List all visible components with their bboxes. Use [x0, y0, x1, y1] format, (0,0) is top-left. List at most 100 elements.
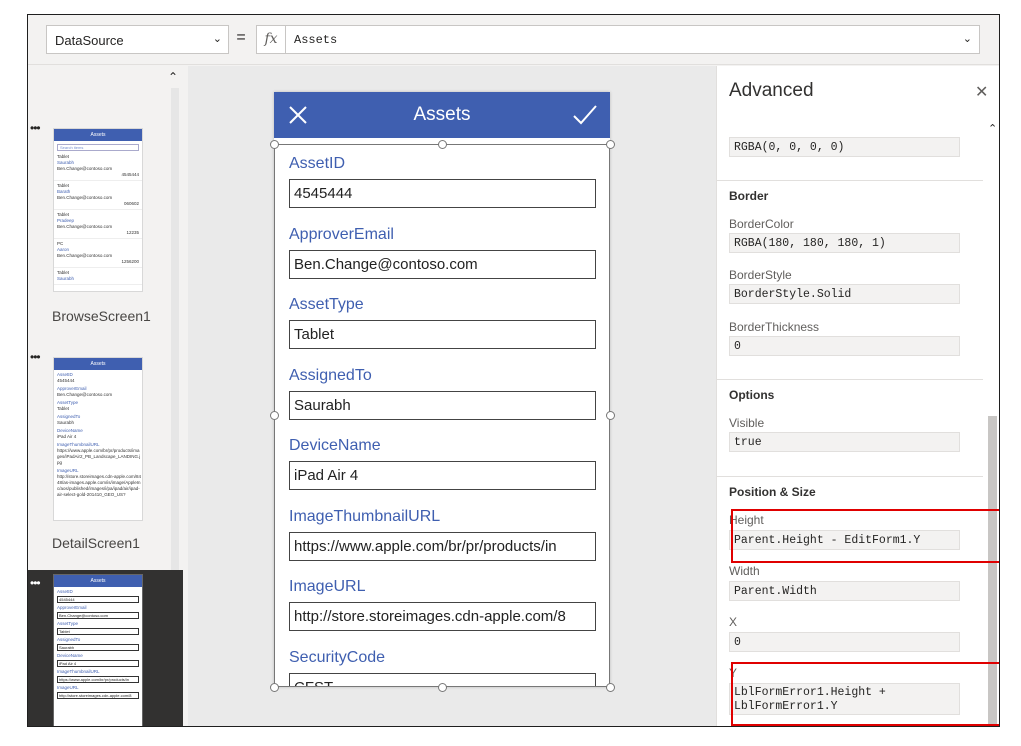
y-value[interactable]: LblFormError1.Height + LblFormError1.Y [729, 683, 960, 715]
panel-scroll-thumb[interactable] [988, 416, 997, 726]
field-input[interactable]: Tablet [289, 320, 596, 349]
thumb-detail-value: http://store.storeimages.cdn-apple.com/8… [57, 474, 142, 497]
resize-handle[interactable] [605, 682, 615, 692]
field-label: ApproverEmail [289, 225, 394, 243]
more-options-icon[interactable]: ••• [30, 350, 41, 364]
form-header: Assets [274, 92, 610, 138]
thumb-header: Assets [54, 129, 142, 141]
field-input[interactable]: 4545444 [289, 179, 596, 208]
thumb-detail-lines: AssetID 4545444 ApproverEmail Ben.Change@co… [54, 372, 142, 498]
thumb-separator [54, 238, 142, 239]
thumb-edit-label: AssetType [57, 621, 79, 626]
screen-label-browse[interactable]: BrowseScreen1 [52, 308, 151, 324]
x-label: X [729, 615, 738, 629]
fill-value[interactable]: RGBA(0, 0, 0, 0) [729, 137, 960, 157]
thumb-separator [54, 284, 142, 285]
field-input[interactable]: https://www.apple.com/br/pr/products/in [289, 531, 596, 561]
resize-handle[interactable] [605, 139, 615, 149]
thumb-list-item: Tablet Pradeep Ben.Change@contoso.com 12235 [54, 212, 142, 239]
thumb-edit-label: ImageURL [57, 685, 79, 690]
height-value[interactable]: Parent.Height - EditForm1.Y [729, 530, 960, 550]
edit-screen-selected[interactable]: ••• Assets AssetID 4545444 ApproverEmail Be… [28, 570, 183, 726]
field-input[interactable]: http://store.storeimages.cdn-apple.com/8 [289, 602, 596, 631]
field-label: ImageThumbnailURL [289, 507, 441, 525]
resize-handle[interactable] [437, 682, 447, 692]
border-color-value[interactable]: RGBA(180, 180, 180, 1) [729, 233, 960, 253]
thumb-detail-value: iPad Air 4 [57, 434, 77, 439]
equals-sign: = [236, 29, 246, 46]
screen-label-detail[interactable]: DetailScreen1 [52, 535, 140, 551]
field-label: AssetType [289, 296, 364, 313]
thumb-title: Assets [90, 578, 106, 584]
browse-screen-thumbnail[interactable]: Assets Search items Tablet Saurabh Ben.Cha… [53, 128, 143, 292]
edit-screen-thumbnail[interactable]: Assets AssetID 4545444 ApproverEmail Ben.Ch… [53, 574, 143, 726]
thumb-detail-value: Tablet [57, 406, 70, 411]
resize-handle[interactable] [437, 139, 447, 149]
divider [717, 180, 983, 181]
visible-value[interactable]: true [729, 432, 960, 452]
thumb-item-code: 060602 [123, 201, 139, 206]
border-thickness-value[interactable]: 0 [729, 336, 960, 356]
chevron-up-icon[interactable]: ⌃ [168, 70, 178, 84]
thumb-title: Assets [90, 361, 106, 367]
field-label: DeviceName [289, 437, 381, 454]
thumb-list-item: Tablet Saurabh [54, 270, 142, 285]
detail-screen-thumbnail[interactable]: Assets AssetID 4545444 ApproverEmail Ben.Ch… [53, 357, 143, 521]
thumb-separator [54, 209, 142, 210]
field-input[interactable]: Ben.Change@contoso.com [289, 249, 596, 279]
height-label: Height [729, 513, 764, 527]
resize-handle[interactable] [269, 682, 279, 692]
x-value[interactable]: 0 [729, 632, 960, 652]
app-window: DataSource ⌄ = fx Assets ⌄ ⌃ ••• Assets … [27, 14, 1000, 727]
close-icon[interactable]: ✕ [975, 82, 988, 102]
border-style-label: BorderStyle [729, 268, 792, 282]
thumb-edit-label: DeviceName [57, 653, 83, 658]
thumb-list-item: Tablet Barath Ben.Change@contoso.com 060602 [54, 183, 142, 210]
panel-title: Advanced [729, 80, 814, 101]
options-section-title: Options [729, 388, 775, 402]
chevron-down-icon[interactable]: ⌄ [963, 32, 972, 45]
thumb-edit-input: Tablet [57, 628, 139, 635]
thumb-edit-input: Ben.Change@contoso.com [57, 612, 139, 619]
field-label: ImageURL [289, 578, 366, 595]
formula-input[interactable]: Assets ⌄ [285, 25, 980, 54]
thumb-item-code: 12235 [126, 230, 139, 235]
thumb-edit-input: https://www.apple.com/br/pr/products/in [57, 676, 139, 683]
thumb-edit-input: iPad Air 4 [57, 660, 139, 667]
property-dropdown[interactable]: DataSource ⌄ [46, 25, 229, 54]
form-title: Assets [413, 104, 471, 125]
field-input[interactable]: iPad Air 4 [289, 461, 596, 490]
thumb-item-code: 4545444 [121, 172, 139, 177]
edit-screen-preview[interactable]: Assets AssetID 4545444 ApproverEmail Ben.Ch… [274, 92, 610, 687]
divider [717, 476, 983, 477]
border-style-value[interactable]: BorderStyle.Solid [729, 284, 960, 304]
chevron-up-icon[interactable]: ⌃ [988, 122, 997, 135]
field-input[interactable]: Saurabh [289, 390, 596, 420]
resize-handle[interactable] [269, 139, 279, 149]
more-options-icon[interactable]: ••• [30, 121, 41, 135]
thumb-title: Assets [90, 132, 106, 138]
y-label: Y [729, 666, 738, 680]
more-options-icon[interactable]: ••• [30, 576, 41, 590]
thumb-detail-value: https://www.apple.com/br/pr/products/ima… [57, 448, 141, 465]
field-label: AssignedTo [289, 366, 372, 384]
thumb-edit-input: Saurabh [57, 644, 139, 651]
thumb-detail-value: Ben.Change@contoso.com [57, 392, 113, 397]
resize-handle[interactable] [605, 411, 615, 420]
divider [717, 379, 983, 380]
thumb-edit-label: AssignedTo [57, 637, 81, 642]
fx-icon[interactable]: fx [256, 25, 286, 54]
screens-panel: ⌃ ••• Assets Search items Tablet Saurabh B… [28, 66, 183, 726]
thumb-separator [54, 180, 142, 181]
thumb-edit-input: 4545444 [57, 596, 139, 603]
thumb-detail-value: 4545444 [57, 378, 75, 383]
property-dropdown-value: DataSource [55, 33, 124, 48]
formula-bar: DataSource ⌄ = fx Assets ⌄ [28, 15, 999, 65]
position-section-title: Position & Size [729, 485, 816, 499]
field-label: AssetID [289, 155, 346, 172]
width-value[interactable]: Parent.Width [729, 581, 960, 601]
resize-handle[interactable] [269, 411, 279, 420]
checkmark-icon[interactable] [572, 103, 598, 127]
thumb-item-list: Tablet Saurabh Ben.Change@contoso.com 45454… [54, 154, 142, 285]
advanced-panel: Advanced ✕ ⌃ RGBA(0, 0, 0, 0) Border Bor… [716, 66, 999, 726]
